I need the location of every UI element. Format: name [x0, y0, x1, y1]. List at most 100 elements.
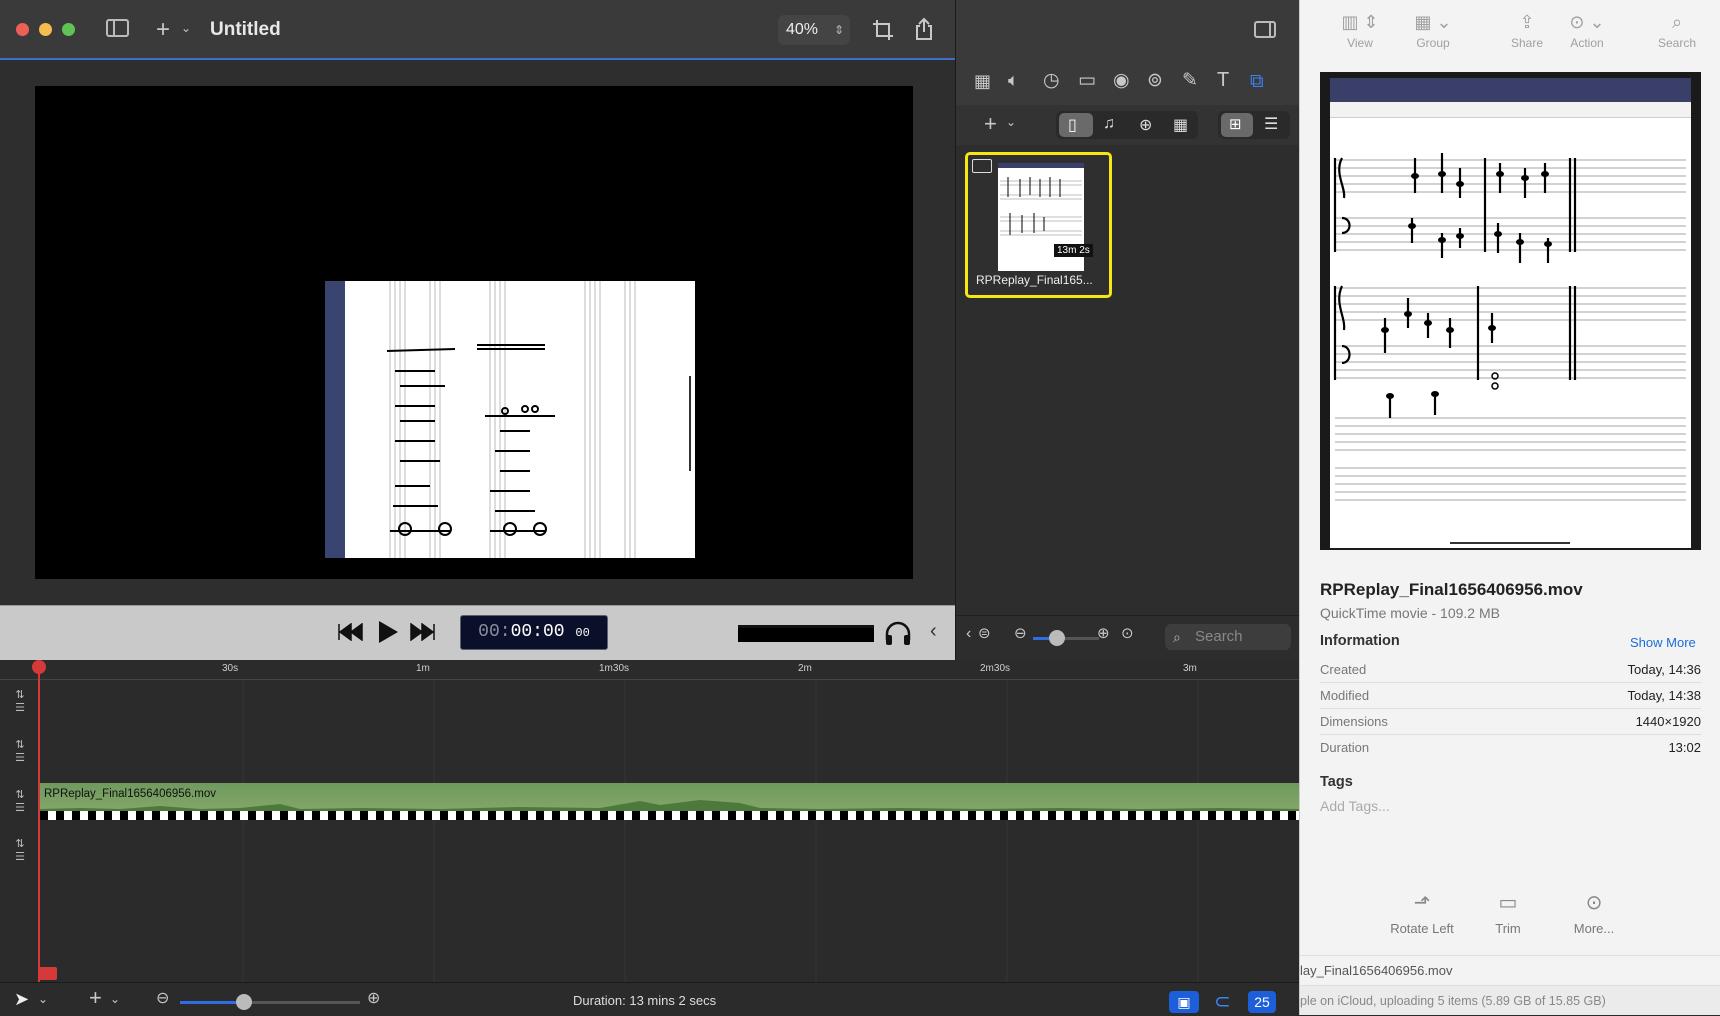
- group-button[interactable]: ▦ ⌄ Group: [1408, 12, 1458, 50]
- track-height-control[interactable]: ⇅ ☰: [0, 738, 40, 764]
- clock-icon[interactable]: ◷: [1043, 71, 1060, 90]
- media-icon[interactable]: ⧉: [1250, 71, 1264, 93]
- track-height-control[interactable]: ⇅ ☰: [0, 788, 40, 814]
- add-track-icon[interactable]: +: [89, 987, 102, 1009]
- zoom-value: 40%: [786, 21, 819, 38]
- search-icon: ⌕: [1173, 629, 1181, 645]
- trim-icon: ▭: [1498, 892, 1518, 914]
- chevron-down-icon[interactable]: ⌄: [110, 993, 120, 1005]
- video-canvas[interactable]: [35, 86, 913, 579]
- volume-meter[interactable]: [738, 625, 874, 642]
- search-button[interactable]: ⌕ Search: [1652, 12, 1702, 50]
- timeline-zoom-slider[interactable]: [180, 994, 360, 1010]
- music-tab-icon[interactable]: ♫: [1103, 115, 1115, 133]
- text-icon[interactable]: T: [1217, 70, 1229, 90]
- add-media-icon[interactable]: +: [984, 113, 997, 135]
- screen-icon[interactable]: ▭: [1078, 71, 1096, 90]
- maximize-button[interactable]: [62, 23, 75, 36]
- preview-score-page: [1330, 118, 1691, 548]
- fps-badge[interactable]: 25: [1248, 991, 1276, 1013]
- crop-icon[interactable]: [872, 19, 894, 41]
- playhead[interactable]: [38, 660, 40, 982]
- skip-forward-icon[interactable]: [410, 623, 436, 641]
- zoom-out-icon[interactable]: ⊖: [1014, 626, 1027, 641]
- snapping-icon[interactable]: ▣: [1169, 991, 1199, 1013]
- editor-titlebar: + ⌄ Untitled 40% ⇕: [0, 0, 955, 60]
- share-icon[interactable]: [914, 17, 934, 41]
- inspector-toggle-icon[interactable]: [1254, 21, 1276, 38]
- timecode-display[interactable]: 00:00:00 00: [460, 615, 608, 650]
- tick-label: 2m: [798, 663, 812, 674]
- view-button[interactable]: ▥ ⇕ View: [1338, 12, 1382, 50]
- tags-input[interactable]: Add Tags...: [1320, 798, 1390, 814]
- timeline-ruler[interactable]: 30s 1m 1m30s 2m 2m30s 3m: [0, 660, 1299, 680]
- audio-waveform: [40, 800, 1299, 811]
- file-preview-image[interactable]: [1320, 72, 1701, 550]
- grid-icon: ▦ ⌄: [1414, 12, 1452, 32]
- show-more-link[interactable]: Show More: [1630, 635, 1696, 650]
- tick-label: 30s: [222, 663, 239, 674]
- thumbnail-duration: 13m 2s: [1054, 244, 1093, 257]
- rotate-left-button[interactable]: ⬏ Rotate Left: [1382, 890, 1462, 936]
- track-height-control[interactable]: ⇅ ☰: [0, 837, 40, 863]
- headphones-icon[interactable]: [884, 620, 912, 646]
- info-row-duration: Duration 13:02: [1320, 740, 1701, 755]
- speaker-icon[interactable]: 🔈︎: [1008, 71, 1019, 89]
- close-button[interactable]: [16, 23, 29, 36]
- path-file: lay_Final1656406956.mov: [1300, 963, 1453, 978]
- more-options-icon[interactable]: ⊙: [1121, 626, 1134, 641]
- tags-heading: Tags: [1320, 774, 1353, 790]
- shapes-icon[interactable]: ⊚: [1147, 71, 1163, 90]
- pointer-tool-icon[interactable]: ➤: [14, 989, 29, 1010]
- pen-icon[interactable]: ✎: [1182, 71, 1198, 90]
- cursor-icon[interactable]: ◉: [1113, 71, 1130, 90]
- library-search-input[interactable]: ⌕ Search: [1165, 624, 1291, 650]
- share-button[interactable]: ⇪ Share: [1505, 12, 1549, 50]
- tick-label: 3m: [1183, 663, 1197, 674]
- magnet-icon[interactable]: ⊂: [1214, 989, 1231, 1014]
- library-top-bar: [956, 0, 1300, 60]
- zoom-in-icon[interactable]: ⊕: [367, 991, 380, 1007]
- timecode-hours: 00:: [478, 622, 511, 642]
- chevron-down-icon[interactable]: ⌄: [1006, 116, 1016, 128]
- thumbnail-size-slider[interactable]: [1033, 630, 1099, 646]
- minimize-button[interactable]: [39, 23, 52, 36]
- play-icon[interactable]: [377, 620, 399, 644]
- calculator-tab-icon[interactable]: ▦: [1173, 115, 1188, 135]
- web-tab-icon[interactable]: ⊕: [1139, 115, 1152, 135]
- action-button[interactable]: ⊙ ⌄ Action: [1562, 12, 1612, 50]
- track-height-control[interactable]: ⇅ ☰: [0, 688, 40, 714]
- film-icon[interactable]: ▦: [974, 72, 991, 90]
- chevron-left-icon[interactable]: ‹: [966, 626, 971, 642]
- tick-label: 2m30s: [980, 663, 1011, 674]
- playhead-handle[interactable]: [39, 967, 57, 980]
- duration-label: Duration: 13 mins 2 secs: [573, 993, 717, 1008]
- more-button[interactable]: ⊙ More...: [1554, 890, 1634, 936]
- media-thumbnail[interactable]: 13m 2s RPReplay_Final165...: [965, 152, 1112, 298]
- chevron-left-icon[interactable]: ‹: [930, 620, 937, 643]
- timeline[interactable]: 30s 1m 1m30s 2m 2m30s 3m ⇅ ☰ ⇅ ☰ ⇅ ☰ ⇅ ☰ RPR…: [0, 660, 1299, 982]
- preview-toolbar: [1330, 102, 1691, 118]
- info-row-created: Created Today, 14:36: [1320, 657, 1701, 683]
- grid-view-icon[interactable]: ⊞: [1229, 115, 1242, 133]
- timecode-main: 00:00: [510, 622, 565, 642]
- zoom-in-icon[interactable]: ⊕: [1097, 626, 1110, 641]
- sidebar-icon[interactable]: [106, 19, 129, 37]
- chevron-down-icon[interactable]: ⌄: [38, 993, 48, 1005]
- ipad-sidebar-image: [325, 281, 345, 558]
- trim-button[interactable]: ▭ Trim: [1468, 890, 1548, 936]
- zoom-out-icon[interactable]: ⊖: [156, 991, 169, 1007]
- information-heading: Information: [1320, 633, 1400, 649]
- finder-preview-pane: ▥ ⇕ View ▦ ⌄ Group ⇪ Share ⊙ ⌄ Action ⌕ Searc…: [1299, 0, 1720, 1015]
- document-tab-icon[interactable]: ▯: [1068, 115, 1077, 135]
- view-segmented-control: ⊞ ☰: [1218, 111, 1290, 139]
- playhead-head[interactable]: [32, 660, 46, 674]
- filter-icon[interactable]: ⊜: [978, 626, 991, 641]
- list-view-icon[interactable]: ☰: [1264, 114, 1278, 134]
- skip-back-icon[interactable]: [337, 623, 363, 641]
- zoom-select[interactable]: 40% ⇕: [778, 15, 850, 45]
- add-icon[interactable]: +: [156, 18, 170, 42]
- video-frame-preview: [325, 281, 695, 558]
- chevron-down-icon[interactable]: ⌄: [181, 22, 191, 34]
- path-bar[interactable]: lay_Final1656406956.mov: [1300, 955, 1720, 985]
